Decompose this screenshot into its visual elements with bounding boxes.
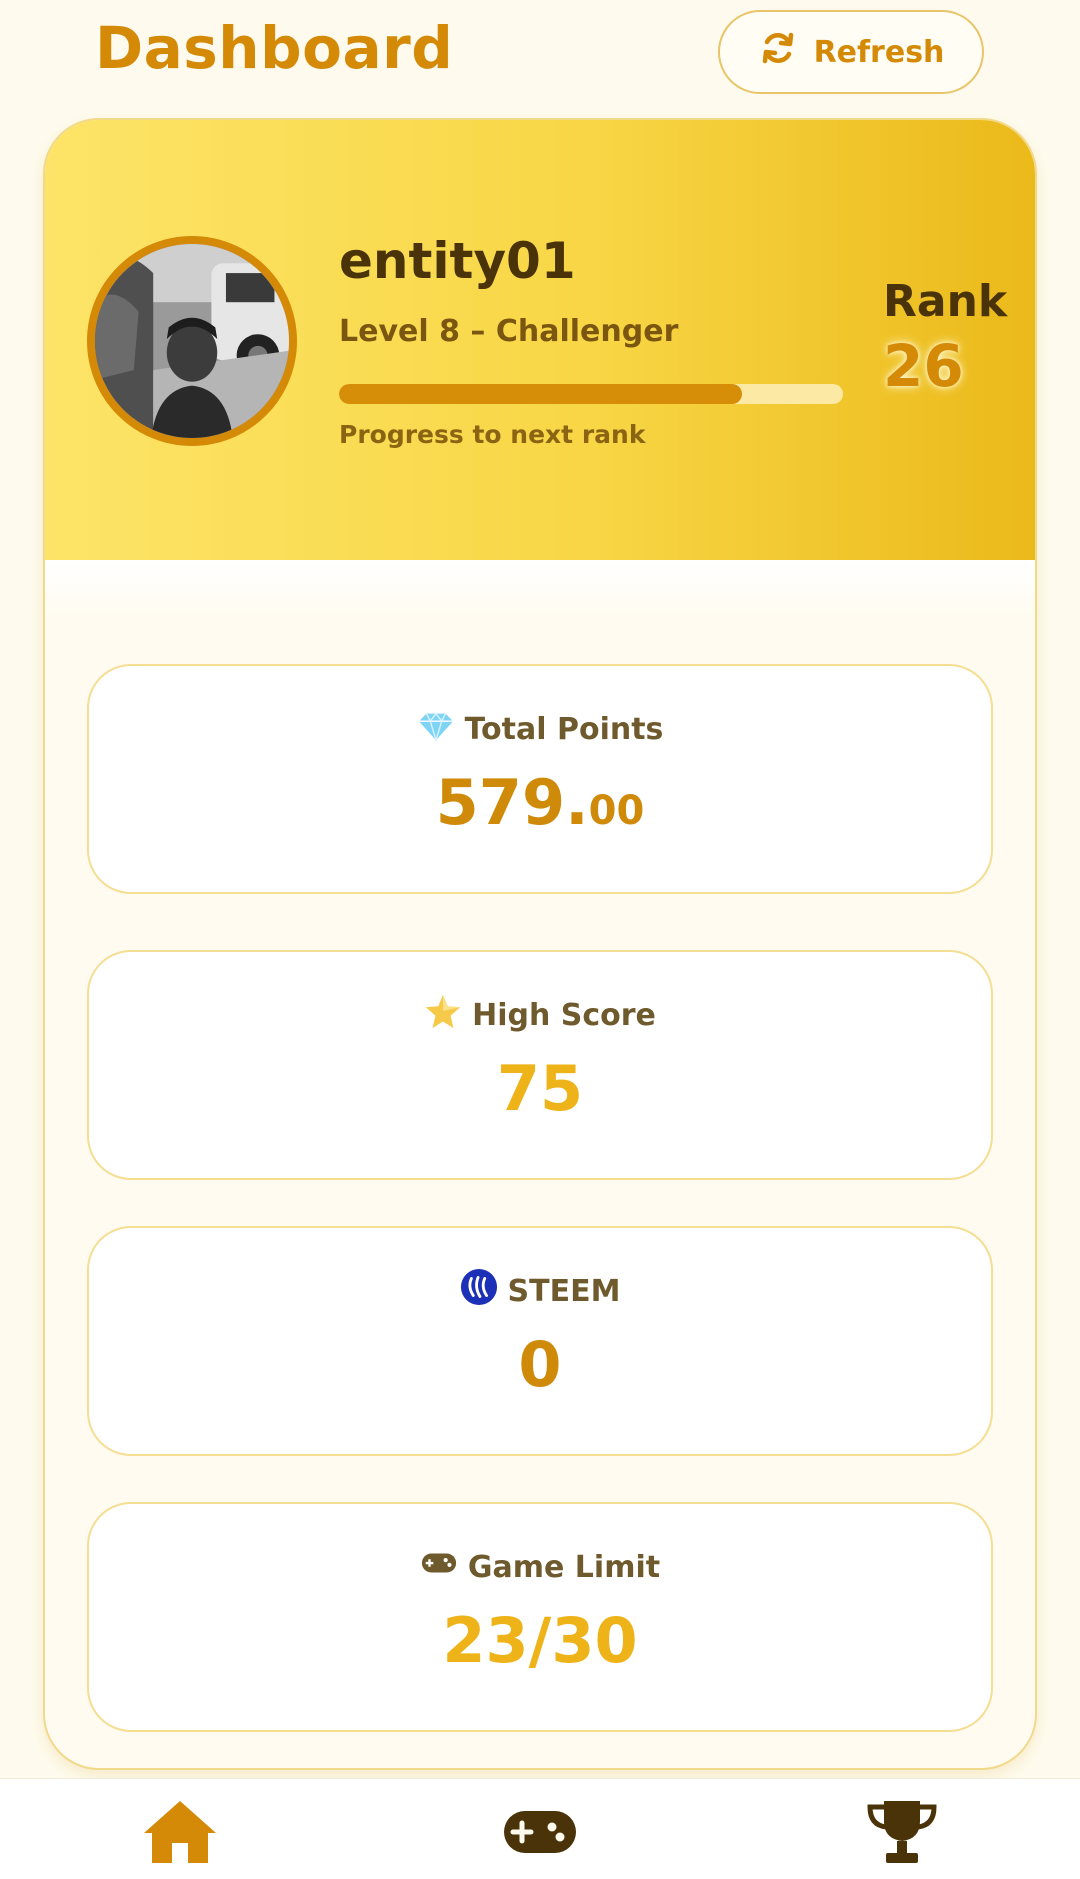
star-icon (424, 992, 462, 1038)
profile-divider (45, 560, 1035, 620)
steem-card: STEEM 0 (87, 1226, 993, 1456)
bottom-nav (0, 1778, 1080, 1879)
game-limit-header: Game Limit (89, 1544, 991, 1590)
username: entity01 (339, 232, 576, 290)
steem-label: STEEM (507, 1273, 621, 1309)
total-points-card: Total Points 579.00 (87, 664, 993, 894)
total-points-label: Total Points (464, 711, 664, 747)
page-title: Dashboard (95, 14, 454, 82)
steem-value: 0 (518, 1328, 562, 1401)
refresh-button[interactable]: Refresh (718, 10, 984, 94)
total-points-integer: 579. (435, 766, 589, 839)
user-avatar-photo (95, 244, 289, 438)
steem-icon (460, 1268, 498, 1314)
gem-icon (417, 706, 455, 752)
nav-home[interactable] (140, 1797, 220, 1867)
total-points-header: Total Points (89, 706, 991, 752)
progress-label: Progress to next rank (339, 420, 646, 449)
home-icon (144, 1801, 216, 1863)
avatar[interactable] (87, 236, 297, 446)
trophy-icon (867, 1801, 937, 1863)
top-bar: Dashboard Refresh (0, 0, 1080, 110)
steem-header: STEEM (89, 1268, 991, 1314)
nav-leaderboard[interactable] (862, 1797, 942, 1867)
game-limit-label: Game Limit (467, 1549, 661, 1585)
rank-label: Rank (883, 276, 1008, 327)
total-points-value: 579.00 (89, 766, 991, 839)
rank-value: 26 (883, 332, 964, 400)
high-score-card: High Score 75 (87, 950, 993, 1180)
nav-games[interactable] (500, 1797, 580, 1867)
game-limit-card: Game Limit 23/30 (87, 1502, 993, 1732)
total-points-decimals: 00 (588, 788, 645, 834)
refresh-label: Refresh (813, 34, 945, 70)
high-score-label: High Score (472, 997, 656, 1033)
gamepad-icon (420, 1544, 458, 1590)
refresh-icon (758, 28, 798, 76)
rank-progress-bar (339, 384, 843, 404)
game-limit-value: 23/30 (442, 1604, 638, 1677)
level-text: Level 8 – Challenger (339, 314, 679, 349)
rank-progress-fill (339, 384, 743, 404)
profile-header: entity01 Level 8 – Challenger Progress t… (45, 120, 1035, 560)
high-score-value: 75 (496, 1052, 584, 1125)
high-score-header: High Score (89, 992, 991, 1038)
gamepad-icon (504, 1811, 576, 1853)
dashboard-card: entity01 Level 8 – Challenger Progress t… (43, 118, 1037, 1770)
